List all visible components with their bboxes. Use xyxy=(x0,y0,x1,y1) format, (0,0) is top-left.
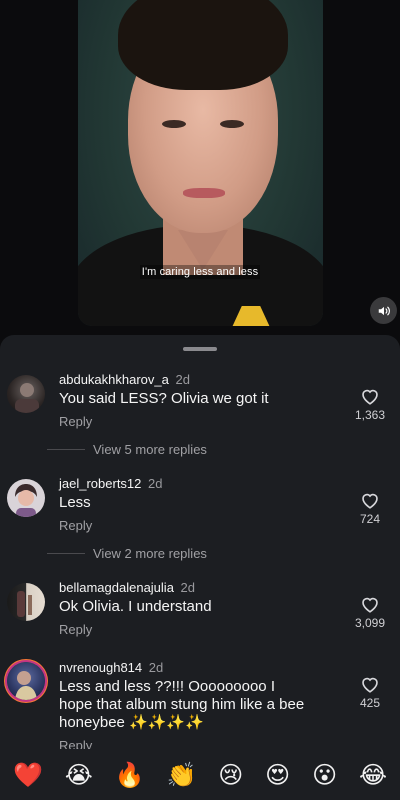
heart-icon xyxy=(362,493,378,509)
view-more-replies-label: View 5 more replies xyxy=(93,442,207,457)
emoji-laughing-button[interactable]: 😂 xyxy=(359,761,387,789)
avatar[interactable] xyxy=(7,583,45,621)
emoji-fire-button[interactable]: 🔥 xyxy=(115,761,145,789)
comment-text: Ok Olivia. I understand xyxy=(59,598,212,615)
divider-line xyxy=(47,449,85,450)
avatar[interactable] xyxy=(7,479,45,517)
view-more-replies-label: View 2 more replies xyxy=(93,546,207,561)
avatar[interactable] xyxy=(7,375,45,413)
video-caption: I'm caring less and less xyxy=(139,265,261,279)
comment-item: abdukakhkharov_a 2d You said LESS? Olivi… xyxy=(0,372,400,492)
video-subject-eye xyxy=(162,120,186,128)
like-count: 1,363 xyxy=(354,408,386,422)
comment-item: bellamagdalenajulia 2d Ok Olivia. I unde… xyxy=(0,580,400,660)
avatar-photo xyxy=(15,484,37,517)
comment-time: 2d xyxy=(175,372,190,387)
mute-toggle-button[interactable] xyxy=(370,297,397,324)
reply-button[interactable]: Reply xyxy=(59,622,92,637)
reply-button[interactable]: Reply xyxy=(59,518,92,533)
emoji-heart-button[interactable]: ❤️ xyxy=(13,761,43,789)
comment-time: 2d xyxy=(148,660,164,675)
comment-username[interactable]: bellamagdalenajulia xyxy=(59,580,174,595)
like-button[interactable]: 724 xyxy=(340,491,400,526)
avatar-photo xyxy=(15,383,39,413)
view-more-replies-button[interactable]: View 5 more replies xyxy=(47,442,207,457)
emoji-clap-button[interactable]: 👏 xyxy=(166,761,196,789)
comment-time: 2d xyxy=(180,580,196,595)
view-more-replies-button[interactable]: View 2 more replies xyxy=(47,546,207,561)
like-count: 3,099 xyxy=(354,616,386,630)
heart-icon xyxy=(362,389,378,405)
reply-button[interactable]: Reply xyxy=(59,414,92,429)
avatar-photo xyxy=(15,671,37,700)
like-button[interactable]: 1,363 xyxy=(340,387,400,422)
avatar-photo xyxy=(17,591,32,617)
heart-icon xyxy=(362,597,378,613)
comment-text: You said LESS? Olivia we got it xyxy=(59,390,269,407)
like-count: 425 xyxy=(359,696,381,710)
video-subject-eye xyxy=(220,120,244,128)
emoji-sad-button[interactable]: 😢 xyxy=(218,761,243,789)
divider-line xyxy=(47,553,85,554)
comment-time: 2d xyxy=(148,476,163,491)
comment-header: bellamagdalenajulia 2d xyxy=(59,580,195,595)
comment-header: nvrenough814 2d xyxy=(59,660,163,675)
like-count: 724 xyxy=(359,512,381,526)
like-button[interactable]: 3,099 xyxy=(340,595,400,630)
comments-sheet[interactable]: abdukakhkharov_a 2d You said LESS? Olivi… xyxy=(0,335,400,800)
heart-icon xyxy=(362,677,378,693)
emoji-heart-eyes-button[interactable]: 😍 xyxy=(265,761,290,789)
comment-header: jael_roberts12 2d xyxy=(59,476,162,491)
comment-username[interactable]: nvrenough814 xyxy=(59,660,142,675)
comment-username[interactable]: jael_roberts12 xyxy=(59,476,141,491)
video-subject-hair xyxy=(118,0,288,90)
comment-text: Less xyxy=(59,494,91,511)
comment-header: abdukakhkharov_a 2d xyxy=(59,372,190,387)
comment-item: jael_roberts12 2d Less Reply 724 View 2 … xyxy=(0,476,400,596)
emoji-surprised-button[interactable]: 😮 xyxy=(312,761,337,789)
video-area[interactable]: I'm caring less and less xyxy=(0,0,400,340)
like-button[interactable]: 425 xyxy=(340,675,400,710)
comment-username[interactable]: abdukakhkharov_a xyxy=(59,372,169,387)
avatar[interactable] xyxy=(7,662,45,700)
video-subject-mouth xyxy=(183,188,225,198)
comment-text: Less and less ??!!! Ooooooooo I hope tha… xyxy=(59,678,305,731)
drag-handle[interactable] xyxy=(183,347,217,351)
emoji-reaction-bar: ❤️ 😭 🔥 👏 😢 😍 😮 😂 xyxy=(0,749,400,800)
emoji-crying-button[interactable]: 😭 xyxy=(65,761,93,789)
speaker-icon xyxy=(378,306,390,315)
